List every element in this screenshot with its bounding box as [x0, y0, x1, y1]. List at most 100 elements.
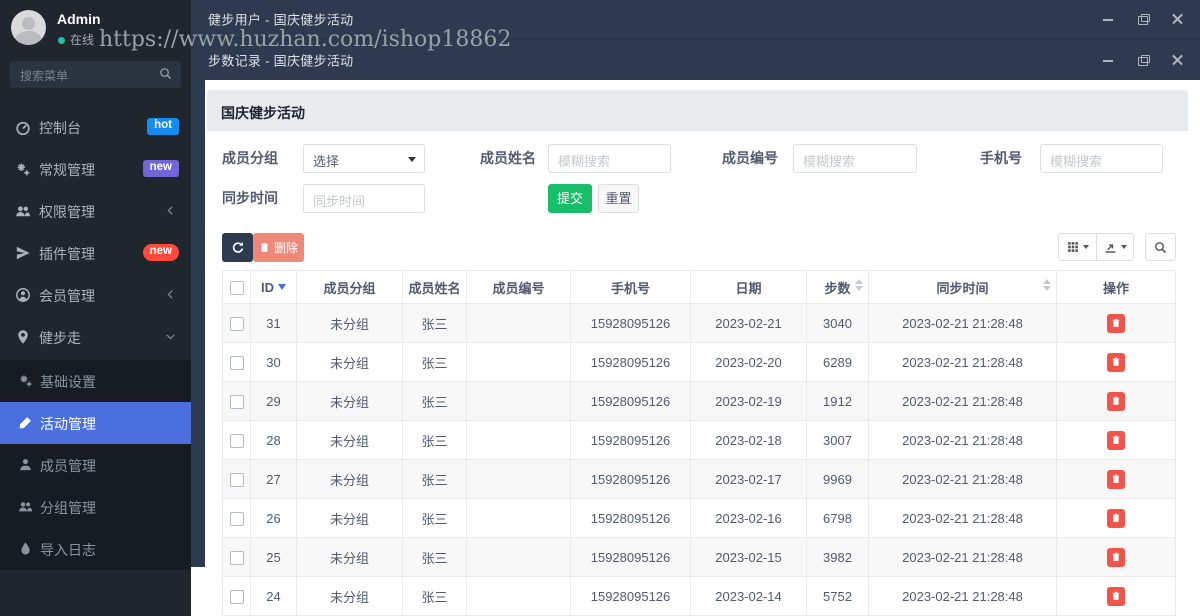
time-label: 同步时间 — [222, 190, 278, 206]
cell-code — [466, 303, 571, 343]
row-checkbox[interactable] — [229, 472, 244, 487]
submenu-item-label: 导入日志 — [40, 542, 96, 558]
row-delete-button[interactable] — [1107, 508, 1125, 528]
sort-icon[interactable] — [855, 279, 863, 291]
column-header-label: 成员分组 — [323, 280, 376, 296]
row-checkbox[interactable] — [229, 316, 244, 331]
cell-group: 未分组 — [296, 459, 403, 499]
cell-code — [466, 498, 571, 538]
cell-steps: 3040 — [806, 303, 869, 343]
cell-id: 31 — [250, 303, 297, 343]
sort-desc-icon[interactable] — [278, 283, 286, 290]
submenu-item-3[interactable]: 分组管理 — [0, 486, 191, 528]
cell-name: 张三 — [402, 576, 467, 616]
maximize-icon[interactable] — [1137, 13, 1150, 25]
close-icon[interactable] — [1172, 13, 1184, 25]
badge: new — [142, 160, 179, 177]
row-checkbox[interactable] — [229, 394, 244, 409]
columns-button[interactable] — [1058, 233, 1097, 261]
submenu-item-0[interactable]: 基础设置 — [0, 360, 191, 402]
avatar[interactable] — [11, 10, 46, 45]
cell-date: 2023-02-17 — [690, 459, 807, 499]
cell-phone: 15928095126 — [570, 537, 691, 577]
table-row: 29 未分组 张三 15928095126 2023-02-19 1912 2023-02-… — [222, 381, 1176, 421]
badge: hot — [147, 118, 179, 135]
phone-input[interactable]: 模糊搜索 — [1040, 144, 1163, 173]
maximize-icon[interactable] — [1137, 54, 1150, 66]
row-delete-button[interactable] — [1107, 430, 1125, 450]
select-all-checkbox[interactable] — [229, 280, 244, 295]
sidebar-item-label: 会员管理 — [39, 288, 95, 304]
cell-code — [466, 342, 571, 382]
chevron-left-icon — [165, 289, 177, 301]
column-header-phone: 手机号 — [570, 270, 691, 304]
cell-sync: 2023-02-21 21:28:48 — [868, 381, 1057, 421]
row-checkbox[interactable] — [229, 511, 244, 526]
delete-button[interactable]: 删除 — [253, 233, 304, 262]
search-toggle-button[interactable] — [1145, 233, 1176, 261]
column-header-label: 同步时间 — [936, 280, 989, 296]
cell-steps: 6798 — [806, 498, 869, 538]
sub-nav: 基础设置活动管理 成员管理 分组管理导入日志 — [0, 360, 191, 570]
close-icon[interactable] — [1172, 54, 1184, 66]
row-delete-button[interactable] — [1107, 313, 1125, 333]
time-input[interactable]: 同步时间 — [303, 184, 425, 213]
user-profile: Admin 在线 — [0, 0, 191, 58]
column-header-label: 操作 — [1102, 280, 1129, 296]
submenu-item-4[interactable]: 导入日志 — [0, 528, 191, 570]
rocket-icon — [15, 245, 31, 261]
sidebar-item-1[interactable]: 常规管理 new — [0, 148, 191, 190]
window-title: 步数记录 - 国庆健步活动 — [208, 53, 354, 68]
sidebar-item-0[interactable]: 控制台 hot — [0, 106, 191, 148]
row-delete-button[interactable] — [1107, 547, 1125, 567]
sidebar-item-3[interactable]: 插件管理 new — [0, 232, 191, 274]
code-input[interactable]: 模糊搜索 — [793, 144, 917, 173]
cell-id: 30 — [250, 342, 297, 382]
table-row: 26 未分组 张三 15928095126 2023-02-16 6798 2023-02-… — [222, 498, 1176, 538]
row-checkbox[interactable] — [229, 433, 244, 448]
cell-steps: 9969 — [806, 459, 869, 499]
map-marker-icon — [15, 329, 31, 345]
row-delete-button[interactable] — [1107, 586, 1125, 606]
sidebar-item-label: 常规管理 — [39, 162, 95, 178]
row-checkbox[interactable] — [229, 355, 244, 370]
export-button[interactable] — [1096, 233, 1134, 261]
submenu-item-2[interactable]: 成员管理 — [0, 444, 191, 486]
submenu-item-label: 基础设置 — [40, 374, 96, 390]
cell-id: 28 — [250, 420, 297, 460]
cell-code — [466, 459, 571, 499]
row-delete-button[interactable] — [1107, 391, 1125, 411]
minimize-icon[interactable] — [1102, 54, 1114, 66]
sort-icon[interactable] — [1043, 279, 1051, 291]
cell-id: 25 — [250, 537, 297, 577]
row-checkbox[interactable] — [229, 550, 244, 565]
cell-sync: 2023-02-21 21:28:48 — [868, 537, 1057, 577]
row-delete-button[interactable] — [1107, 352, 1125, 372]
reset-button[interactable]: 重置 — [598, 184, 639, 213]
sidebar-item-2[interactable]: 权限管理 — [0, 190, 191, 232]
chevron-down-icon — [165, 331, 177, 343]
sidebar-item-5[interactable]: 健步走 — [0, 316, 191, 358]
cell-group: 未分组 — [296, 303, 403, 343]
submit-button[interactable]: 提交 — [548, 184, 592, 213]
name-input[interactable]: 模糊搜索 — [548, 144, 671, 173]
submenu-item-1[interactable]: 活动管理 — [0, 402, 191, 444]
sidebar: Admin 在线 搜索菜单 控制台 hot 常规管理 new 权限管理 插件管理 new 会员… — [0, 0, 191, 616]
row-delete-button[interactable] — [1107, 469, 1125, 489]
row-checkbox[interactable] — [229, 589, 244, 604]
name-label: 成员姓名 — [480, 150, 536, 166]
cell-id: 26 — [250, 498, 297, 538]
cell-group: 未分组 — [296, 381, 403, 421]
search-icon — [159, 67, 172, 80]
minimize-icon[interactable] — [1102, 13, 1114, 25]
menu-search-input[interactable]: 搜索菜单 — [10, 61, 181, 88]
sidebar-item-4[interactable]: 会员管理 — [0, 274, 191, 316]
main-nav: 控制台 hot 常规管理 new 权限管理 插件管理 new 会员管理健步走 — [0, 106, 191, 358]
chevron-down-icon — [1082, 245, 1089, 249]
cell-name: 张三 — [402, 381, 467, 421]
refresh-button[interactable] — [222, 233, 253, 262]
content-area: 国庆健步活动 成员分组 选择 成员姓名 模糊搜索 成员编号 模糊搜索 手机号 模… — [191, 80, 1200, 616]
group-select[interactable]: 选择 — [303, 144, 425, 173]
cell-name: 张三 — [402, 537, 467, 577]
menu-search-placeholder: 搜索菜单 — [20, 69, 69, 83]
